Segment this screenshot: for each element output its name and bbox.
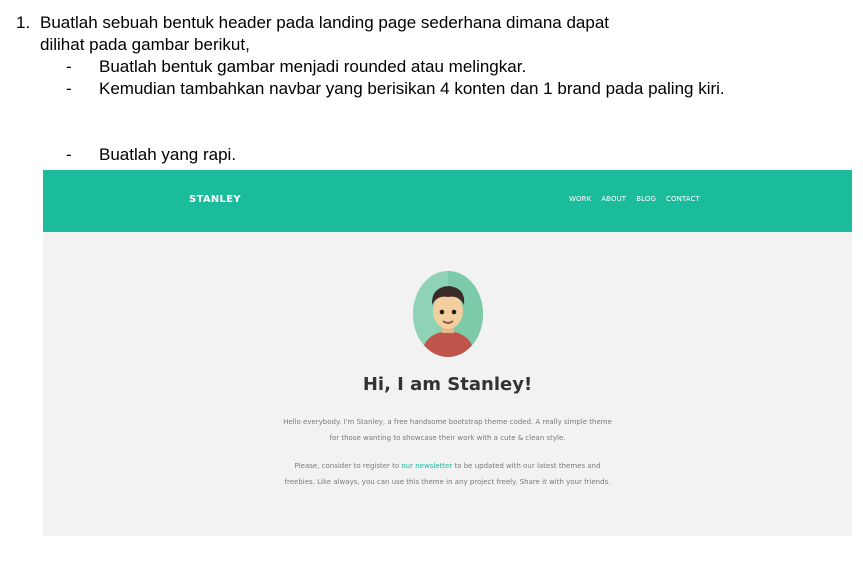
task-line-2: dilihat pada gambar berikut, [40, 35, 250, 54]
task-line-1: Buatlah sebuah bentuk header pada landin… [40, 13, 610, 32]
bullet-text: Buatlah yang rapi. [99, 145, 237, 164]
brand-logo[interactable]: STANLEY [189, 194, 241, 205]
nav-link-work[interactable]: WORK [569, 195, 591, 203]
newsletter-line-1: Please, consider to register to our news… [43, 458, 852, 474]
newsletter-link[interactable]: our newsletter [401, 462, 452, 470]
newsletter-text-after: to be updated with our latest themes and [452, 462, 601, 470]
bullet-text: Buatlah bentuk gambar menjadi rounded at… [99, 57, 527, 76]
bullet-dash: - [66, 79, 72, 98]
nav-link-contact[interactable]: CONTACT [666, 195, 700, 203]
hero-title: Hi, I am Stanley! [362, 374, 533, 395]
bullet-dash: - [66, 57, 72, 76]
landing-page-screenshot: STANLEY WORK ABOUT BLOG CONTACT Hi, I am… [43, 170, 852, 536]
nav-link-blog[interactable]: BLOG [636, 195, 656, 203]
avatar-icon [413, 271, 483, 357]
navbar: STANLEY WORK ABOUT BLOG CONTACT [43, 170, 852, 232]
bullet-dash: - [66, 145, 72, 164]
intro-line-2: for those wanting to showcase their work… [329, 434, 566, 442]
bullet-text: Kemudian tambahkan navbar yang berisikan… [99, 79, 725, 98]
nav-links: WORK ABOUT BLOG CONTACT [569, 195, 700, 203]
intro-line-1: Hello everybody. I'm Stanley, a free han… [283, 418, 612, 426]
task-number: 1. [16, 13, 31, 32]
document: 1. Buatlah sebuah bentuk header pada lan… [0, 0, 863, 561]
newsletter-text-before: Please, consider to register to [294, 462, 402, 470]
nav-link-about[interactable]: ABOUT [601, 195, 626, 203]
newsletter-line-2: freebies. Like always, you can use this … [284, 478, 611, 486]
